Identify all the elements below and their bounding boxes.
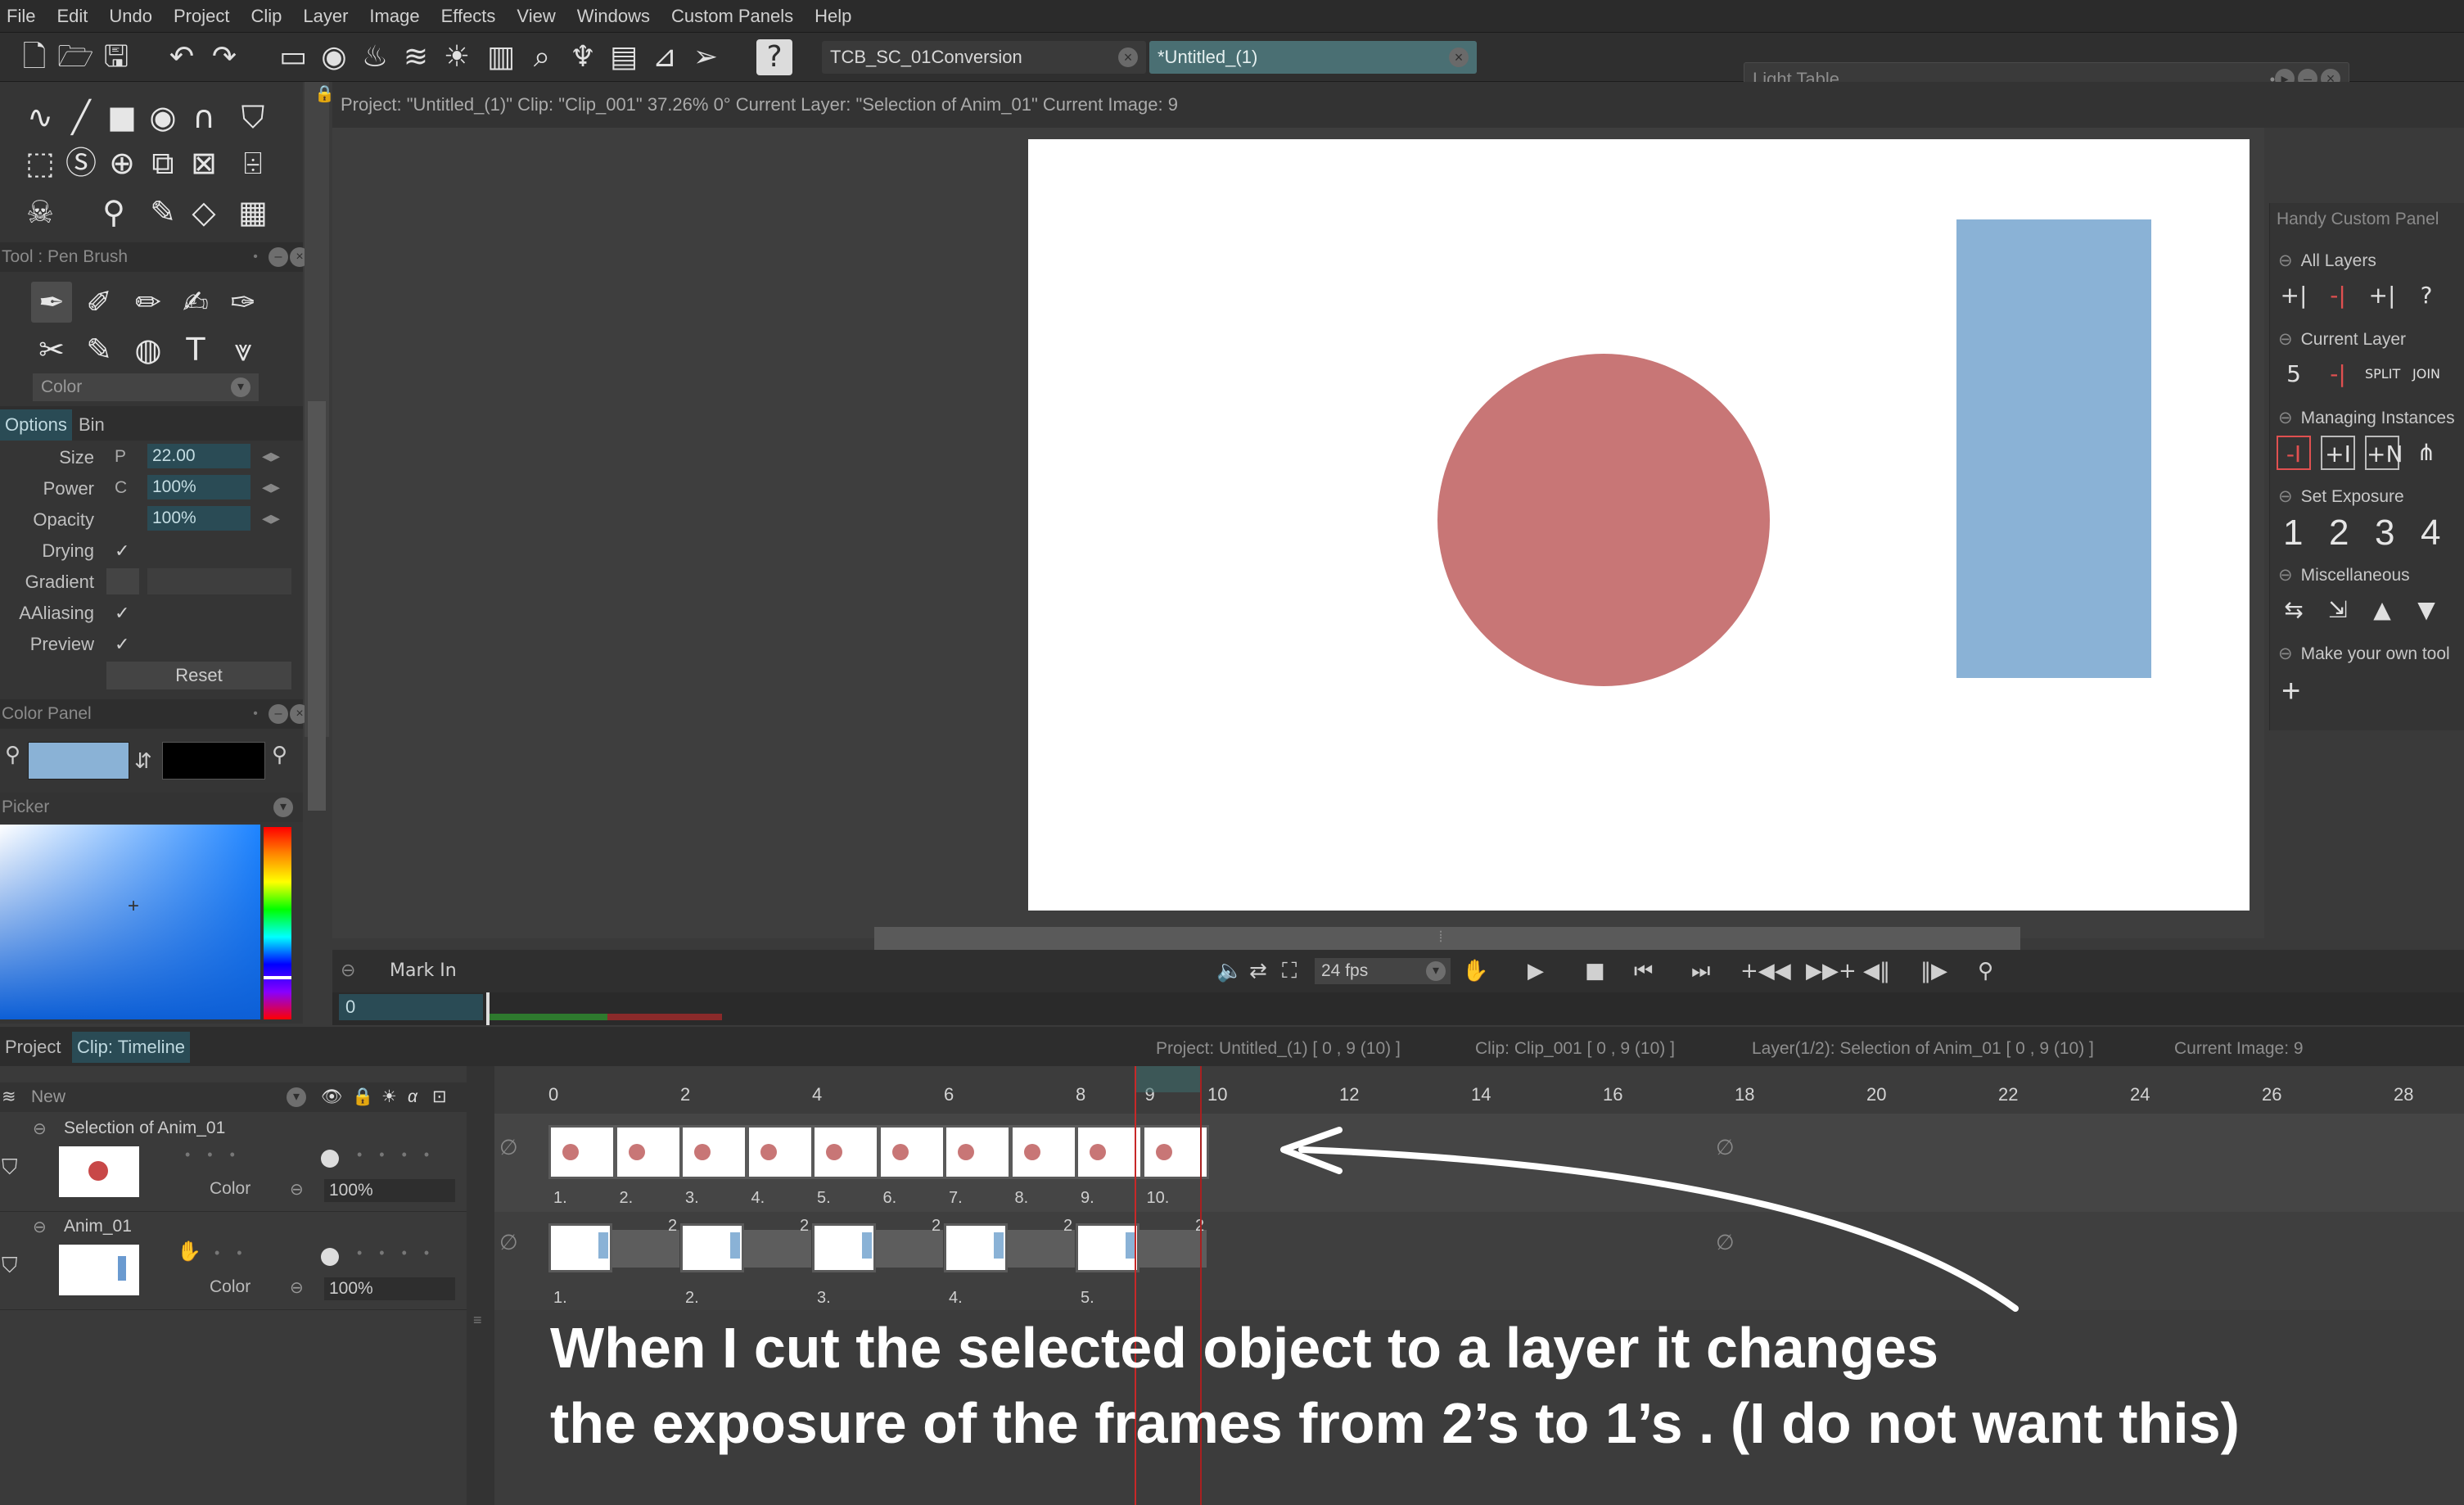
caption-line-2: the exposure of the frames from 2’s to 1… bbox=[550, 1391, 2240, 1455]
annotation-arrow bbox=[1280, 1127, 2019, 1312]
caption-line-1: When I cut the selected object to a laye… bbox=[550, 1316, 1938, 1380]
annotation-caption: When I cut the selected object to a laye… bbox=[550, 1310, 2240, 1461]
arrow-shaft bbox=[1298, 1146, 2019, 1312]
